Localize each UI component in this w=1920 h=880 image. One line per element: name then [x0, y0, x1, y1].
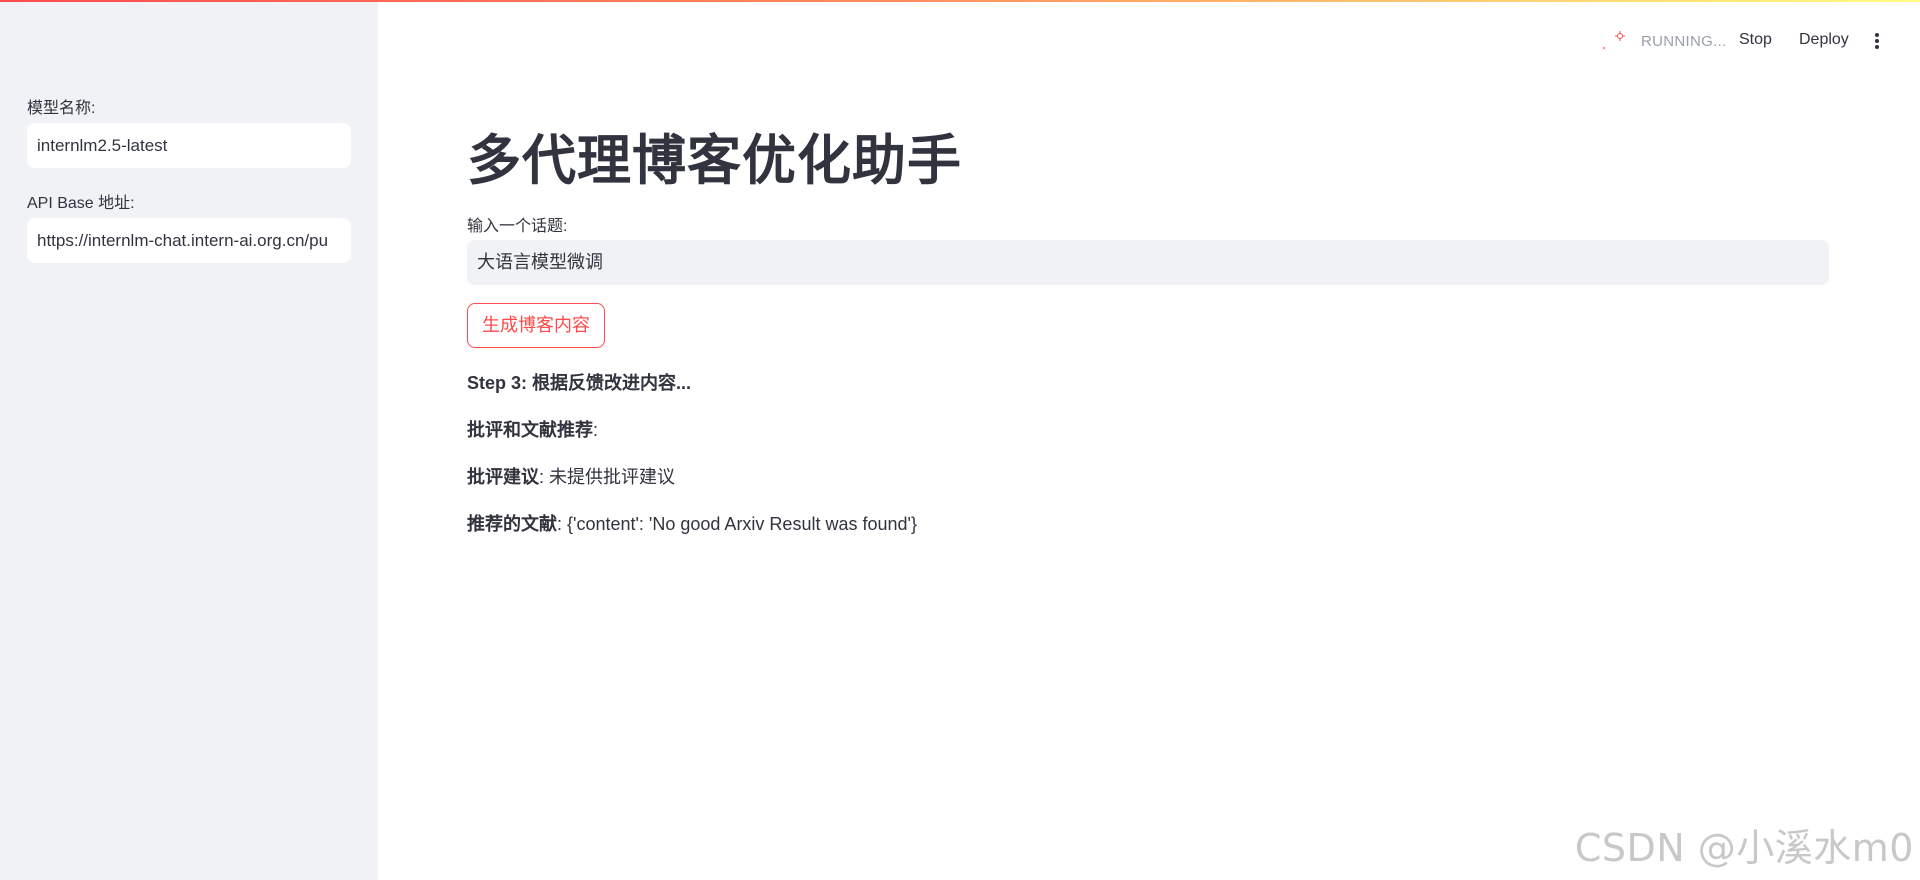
- stop-button[interactable]: Stop: [1739, 31, 1772, 49]
- more-options-icon[interactable]: [1870, 31, 1884, 51]
- generate-blog-button[interactable]: 生成博客内容: [467, 303, 605, 348]
- step-status-text: Step 3: 根据反馈改进内容...: [467, 373, 692, 393]
- references-row: 推荐的文献: {'content': 'No good Arxiv Result…: [467, 510, 917, 536]
- critique-value: : 未提供批评建议: [539, 467, 676, 487]
- top-decoration-bar: [0, 0, 1920, 2]
- api-base-label: API Base 地址:: [27, 195, 135, 212]
- topic-label: 输入一个话题:: [467, 218, 568, 235]
- deploy-button[interactable]: Deploy: [1799, 31, 1849, 49]
- api-base-input[interactable]: https://internlm-chat.intern-ai.org.cn/p…: [27, 218, 351, 263]
- critique-section-heading: 批评和文献推荐:: [467, 420, 599, 440]
- sidebar: 模型名称: internlm2.5-latest API Base 地址: ht…: [0, 0, 378, 880]
- references-key: 推荐的文献: [467, 514, 557, 534]
- critique-section-title: 批评和文献推荐: [467, 420, 593, 440]
- csdn-watermark: CSDN @小溪水m0: [1574, 826, 1914, 870]
- running-spinner-icon: [1602, 31, 1625, 50]
- running-status: RUNNING...: [1641, 33, 1727, 50]
- model-name-label: 模型名称:: [27, 100, 96, 117]
- critique-key: 批评建议: [467, 467, 539, 487]
- page-title: 多代理博客优化助手: [467, 131, 962, 191]
- model-name-input[interactable]: internlm2.5-latest: [27, 123, 351, 168]
- critique-row: 批评建议: 未提供批评建议: [467, 463, 675, 489]
- references-value: : {'content': 'No good Arxiv Result was …: [557, 514, 917, 534]
- topic-input[interactable]: 大语言模型微调: [467, 240, 1829, 285]
